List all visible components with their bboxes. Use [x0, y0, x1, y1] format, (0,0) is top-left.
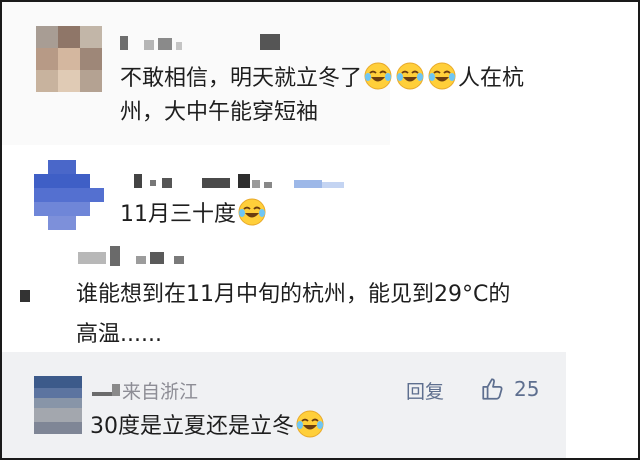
screenshot-frame — [0, 0, 640, 460]
